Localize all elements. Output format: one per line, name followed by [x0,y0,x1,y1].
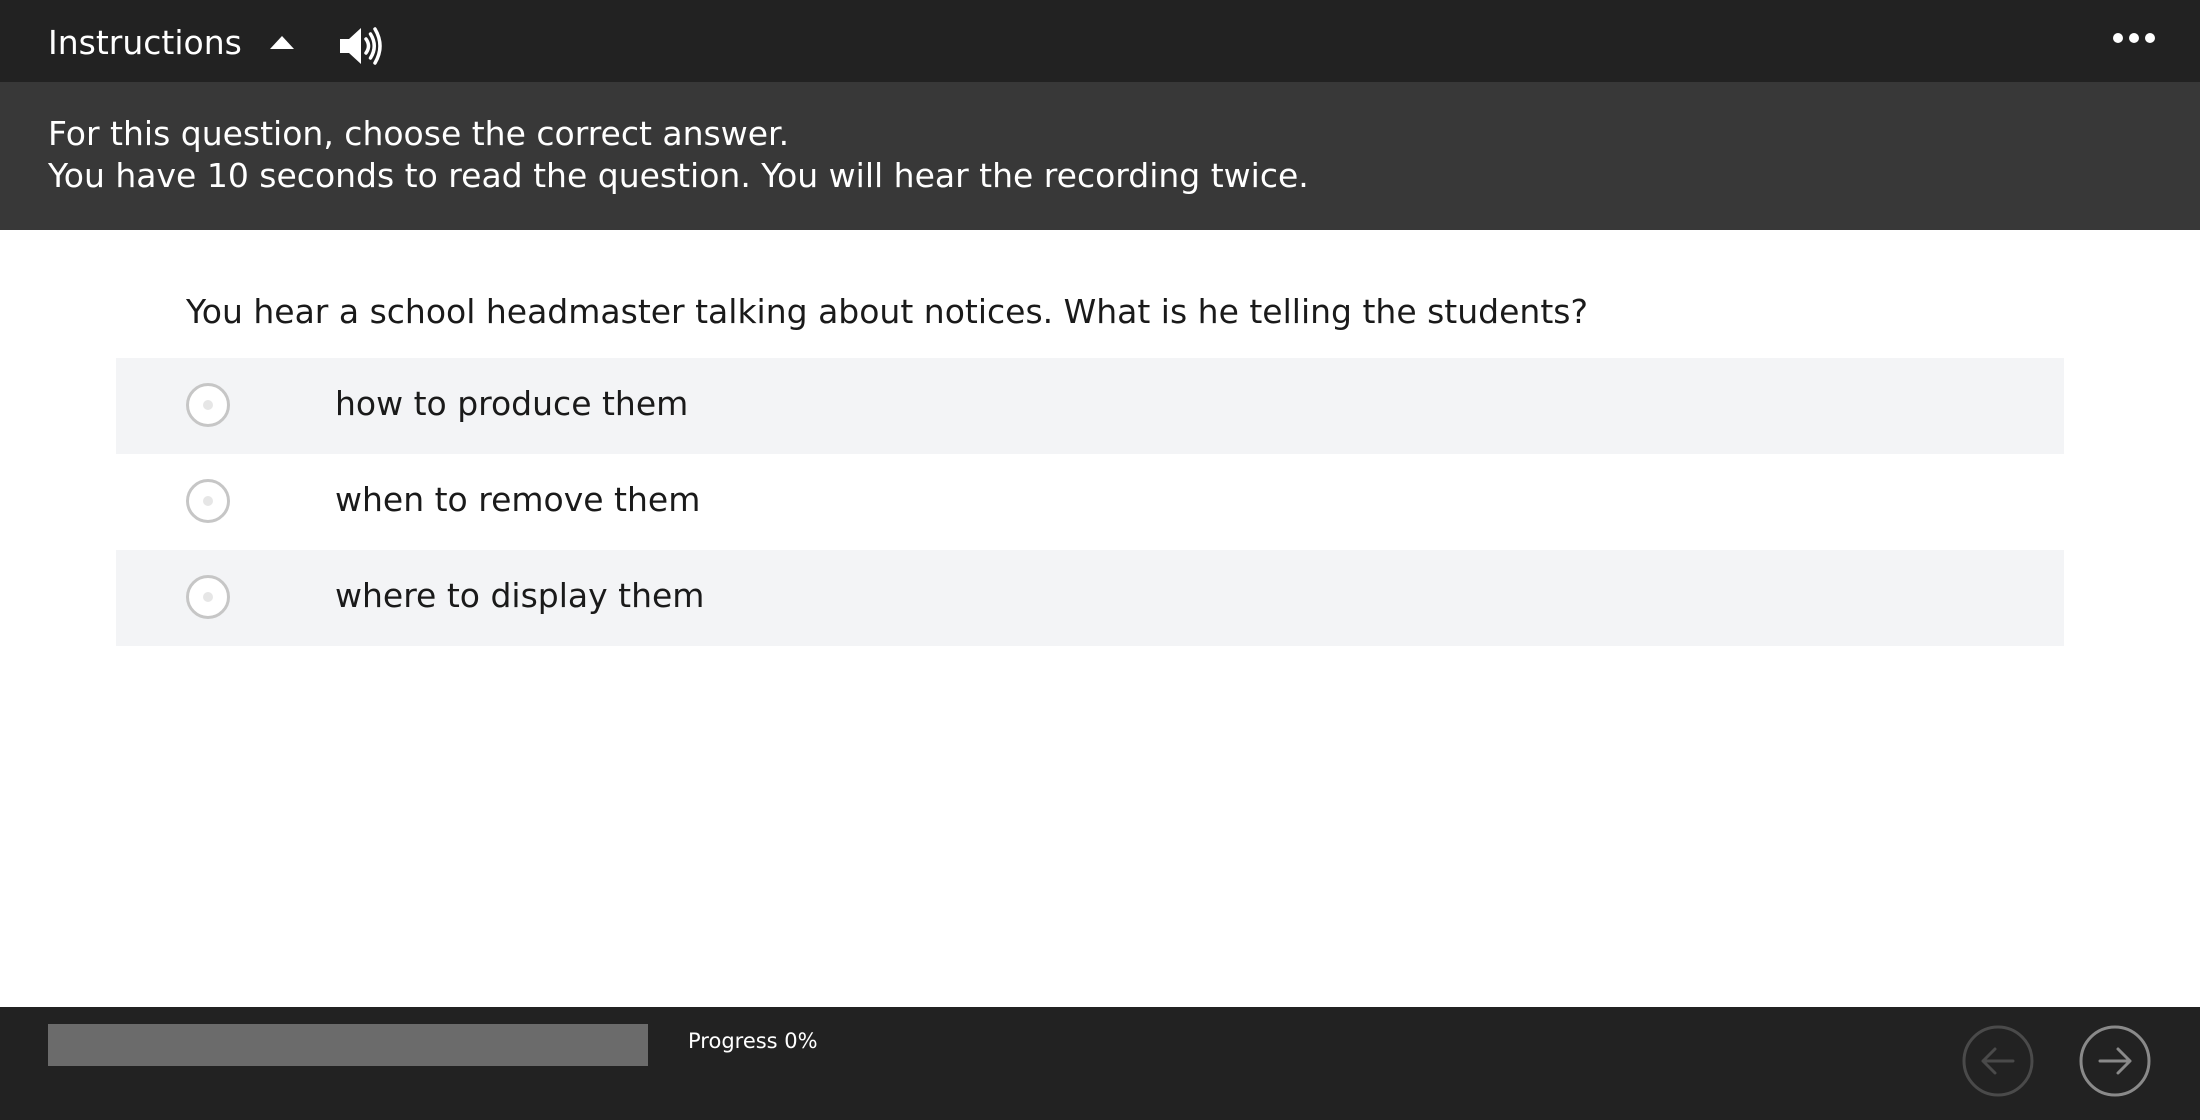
instructions-label: Instructions [48,22,242,62]
answer-option[interactable]: when to remove them [116,454,2064,550]
arrow-right-icon[interactable] [2078,1024,2152,1098]
instructions-line: You have 10 seconds to read the question… [48,156,1309,195]
radio-button[interactable] [186,575,230,619]
speaker-icon[interactable] [336,22,384,70]
answer-option[interactable]: where to display them [116,550,2064,646]
radio-button[interactable] [186,479,230,523]
arrow-left-icon[interactable] [1961,1024,2035,1098]
caret-up-icon [269,35,294,49]
top-bar: Instructions [0,0,2200,82]
progress-label: Progress 0% [688,1029,818,1053]
answer-option-label: how to produce them [335,384,689,423]
radio-button[interactable] [186,383,230,427]
instructions-panel: For this question, choose the correct an… [0,82,2200,230]
answer-option[interactable]: how to produce them [116,358,2064,454]
answer-option-label: when to remove them [335,480,701,519]
instructions-toggle[interactable]: Instructions [48,20,294,64]
answer-option-label: where to display them [335,576,705,615]
question-text: You hear a school headmaster talking abo… [186,292,1588,331]
more-options-icon[interactable] [2110,26,2158,50]
progress-bar [48,1024,648,1066]
instructions-line: For this question, choose the correct an… [48,114,790,153]
footer-bar: Progress 0% [0,1007,2200,1120]
